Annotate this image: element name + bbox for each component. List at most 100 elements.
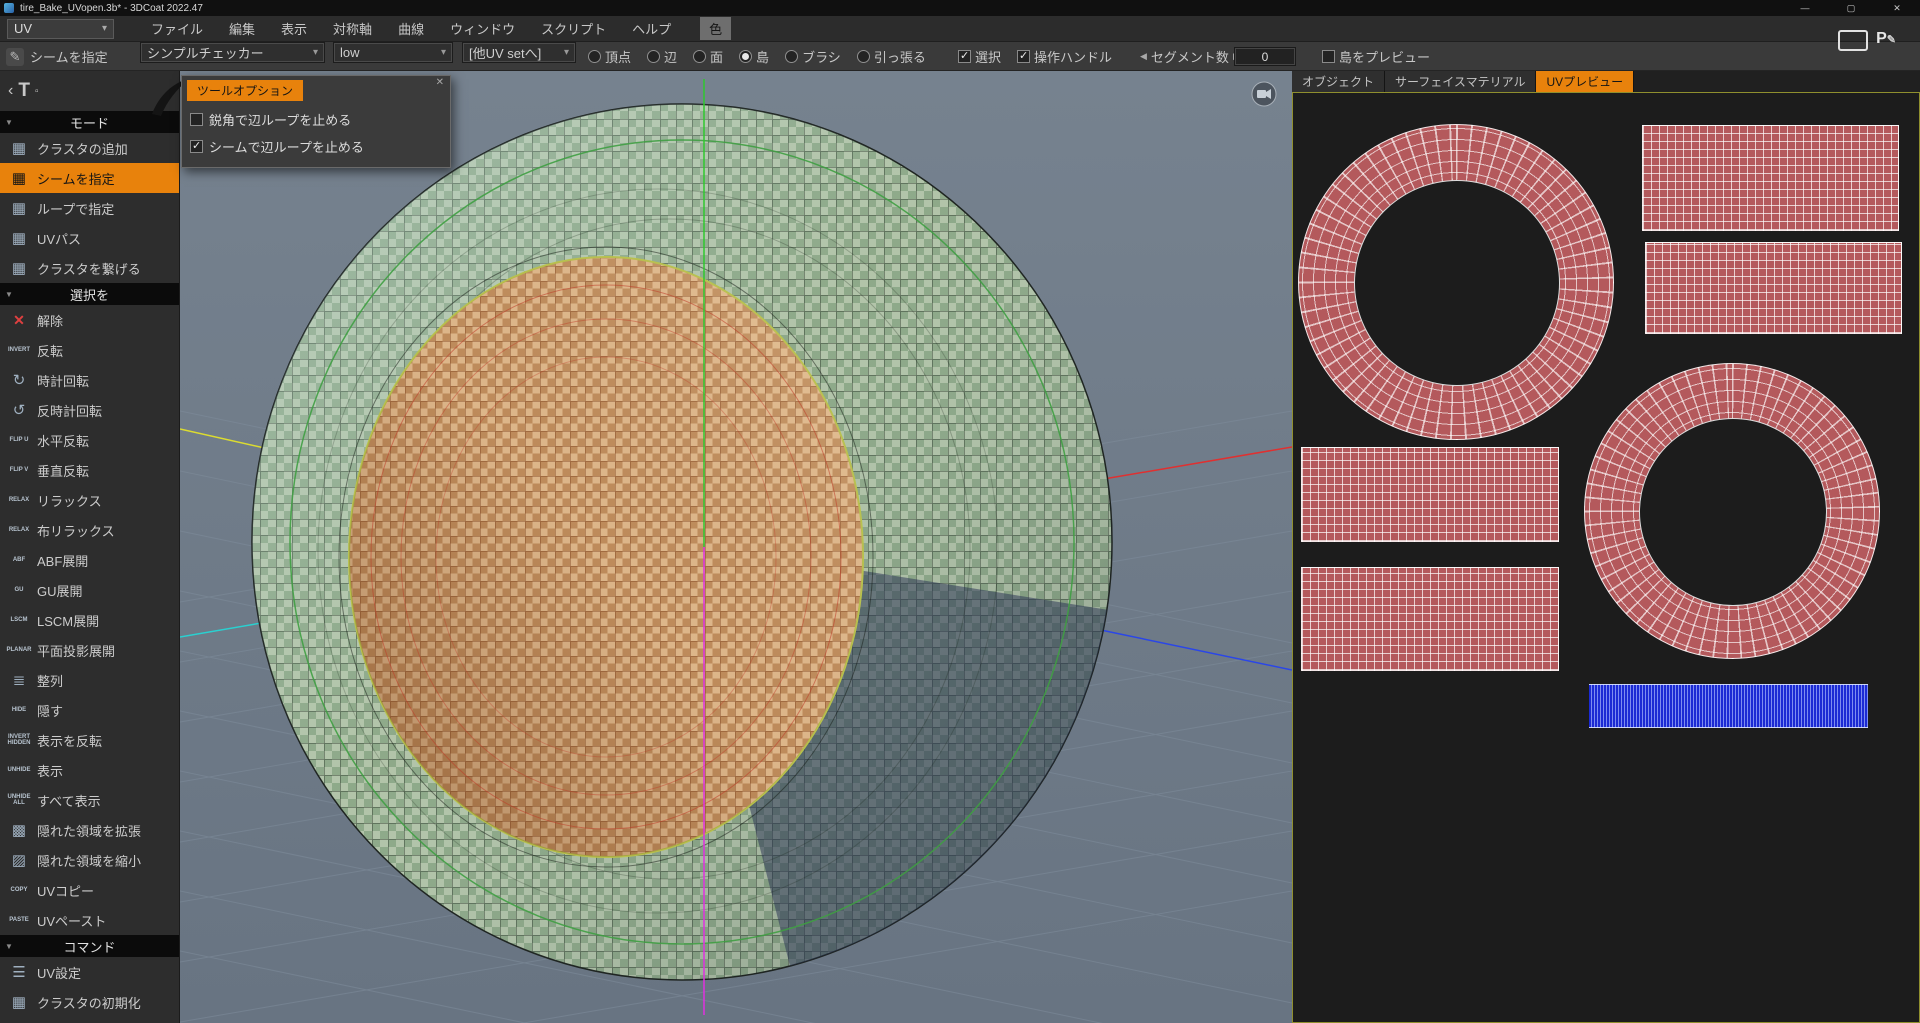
invert-icon: INVERT (7, 347, 30, 353)
menu-window[interactable]: ウィンドウ (437, 16, 528, 42)
uv-island-blue-strip[interactable] (1589, 684, 1868, 728)
radio-vertex[interactable]: 頂点 (588, 47, 631, 66)
radio-face[interactable]: 面 (693, 47, 723, 66)
sidebar-item-hide[interactable]: HIDE 隠す (0, 695, 179, 725)
right-panel-tabs: オブジェクト サーフェイスマテリアル UVプレビュー (1292, 71, 1920, 92)
menu-view[interactable]: 表示 (268, 16, 320, 42)
item-label: 水平反転 (37, 433, 90, 449)
uv-island-strip-3[interactable] (1301, 447, 1559, 542)
menu-edit[interactable]: 編集 (216, 16, 268, 42)
uv-island-ring-2[interactable] (1584, 363, 1880, 659)
sidebar-item-abf-unwrap[interactable]: ABF ABF展開 (0, 545, 179, 575)
grid-icon: ▦ (11, 140, 27, 157)
tab-surface-materials[interactable]: サーフェイスマテリアル (1385, 71, 1537, 92)
collapse-arrow-icon[interactable]: ‹ (8, 82, 13, 100)
segments-value-input[interactable]: 0 (1234, 47, 1296, 66)
radio-pull[interactable]: 引っ張る (856, 47, 926, 66)
planar-icon: PLANAR (6, 647, 32, 653)
expand-region-icon: ▩ (11, 822, 27, 839)
sidebar-item-flip-u[interactable]: FLIP U 水平反転 (0, 425, 179, 455)
menu-curves[interactable]: 曲線 (385, 16, 437, 42)
uv-island-strip-2[interactable] (1645, 242, 1902, 334)
tire-model[interactable] (251, 103, 1115, 981)
tab-uv-preview[interactable]: UVプレビュー (1536, 71, 1635, 92)
radio-dot (856, 50, 870, 63)
viewport-3d[interactable] (180, 71, 1292, 1023)
sidebar-item-uv-path[interactable]: ▦ UVパス (0, 223, 179, 253)
sidebar-item-reset-seams[interactable]: ▦ シームの初期化 (0, 1017, 179, 1023)
flip-v-icon: FLIP V (9, 467, 29, 473)
viewport-navigation-icon[interactable] (1251, 81, 1277, 107)
close-button[interactable]: ✕ (1874, 0, 1920, 16)
section-header-selection[interactable]: ▼ 選択を (0, 283, 179, 305)
sidebar-item-uv-paste[interactable]: PASTE UVペースト (0, 905, 179, 935)
sidebar-item-unhide-all[interactable]: UNHIDE ALL すべて表示 (0, 785, 179, 815)
sidebar-item-rotate-cw[interactable]: ↻ 時計回転 (0, 365, 179, 395)
minimize-button[interactable]: — (1782, 0, 1828, 16)
radio-island[interactable]: 島 (739, 47, 769, 66)
segments-decrement[interactable]: ◀ (1136, 51, 1151, 62)
sidebar-item-invert-selection[interactable]: INVERT 反転 (0, 335, 179, 365)
viewport-canvas (180, 71, 1292, 1023)
option-stop-loops-at-sharp-corners[interactable]: 鋭角で辺ループを止める (190, 110, 364, 129)
popup-close-icon[interactable]: ✕ (436, 77, 444, 88)
uvset-dropdown[interactable]: [他UV setへ] (462, 42, 576, 63)
sidebar-item-planar-unwrap[interactable]: PLANAR 平面投影展開 (0, 635, 179, 665)
sidebar-item-align[interactable]: ≣ 整列 (0, 665, 179, 695)
clear-selection-icon: ✕ (13, 311, 25, 328)
resolution-dropdown[interactable]: low (333, 42, 453, 63)
radio-edge[interactable]: 辺 (647, 47, 677, 66)
uv-island-strip-1[interactable] (1642, 125, 1899, 231)
sidebar-item-shrink-hidden-region[interactable]: ▨ 隠れた領域を縮小 (0, 845, 179, 875)
radio-dot (693, 50, 707, 63)
text-tool-icon[interactable]: T (18, 80, 30, 102)
section-header-commands[interactable]: ▼ コマンド (0, 935, 179, 957)
uv-preview-pane[interactable] (1292, 92, 1920, 1023)
sidebar-item-cloth-relax[interactable]: RELAX 布リラックス (0, 515, 179, 545)
item-label: ループで指定 (37, 201, 115, 217)
sidebar-item-deselect[interactable]: ✕ 解除 (0, 305, 179, 335)
pen-pressure-icon[interactable]: P✎ (1876, 30, 1896, 48)
sidebar-item-uv-copy[interactable]: COPY UVコピー (0, 875, 179, 905)
sidebar-item-select-by-loop[interactable]: ▦ ループで指定 (0, 193, 179, 223)
sidebar-item-gu-unwrap[interactable]: GU GU展開 (0, 575, 179, 605)
grid-icon: ▦ (11, 994, 27, 1011)
checkbox-select[interactable]: 選択 (958, 47, 1001, 66)
sidebar-item-invert-hidden[interactable]: INVERT HIDDEN 表示を反転 (0, 725, 179, 755)
radio-label: 島 (756, 50, 770, 65)
checker-dropdown[interactable]: シンプルチェッカー (140, 42, 325, 63)
menu-symmetry[interactable]: 対称軸 (320, 16, 385, 42)
menu-script[interactable]: スクリプト (528, 16, 619, 42)
uv-menu-dropdown[interactable]: UV (7, 18, 114, 39)
maximize-button[interactable]: ▢ (1828, 0, 1874, 16)
radio-brush[interactable]: ブラシ (785, 47, 841, 66)
tab-objects[interactable]: オブジェクト (1292, 71, 1386, 92)
right-panel: オブジェクト サーフェイスマテリアル UVプレビュー (1292, 71, 1920, 1023)
panel-layout-icon[interactable] (1838, 30, 1869, 51)
uv-island-ring-1[interactable] (1298, 124, 1614, 440)
option-stop-loops-at-seams[interactable]: シームで辺ループを止める (190, 137, 364, 156)
sidebar-item-expand-hidden-region[interactable]: ▩ 隠れた領域を拡張 (0, 815, 179, 845)
sidebar-item-lscm-unwrap[interactable]: LSCM LSCM展開 (0, 605, 179, 635)
checkbox-manipulator[interactable]: 操作ハンドル (1017, 47, 1112, 66)
menu-help[interactable]: ヘルプ (619, 16, 684, 42)
sidebar-item-add-cluster[interactable]: ▦ クラスタの追加 (0, 133, 179, 163)
checkbox-box (958, 49, 971, 63)
tool-options-popup[interactable]: ツールオプション ✕ 鋭角で辺ループを止める シームで辺ループを止める (181, 75, 451, 168)
tool-sidebar: ‹ T ▫ ▼ モード ▦ クラスタの追加 ▦ シームを指定 ▦ ループで指定 … (0, 71, 180, 1023)
sidebar-item-reset-clusters[interactable]: ▦ クラスタの初期化 (0, 987, 179, 1017)
item-label: UV設定 (37, 965, 82, 981)
sidebar-item-unhide[interactable]: UNHIDE 表示 (0, 755, 179, 785)
sidebar-item-mark-seams[interactable]: ▦ シームを指定 (0, 163, 179, 193)
sidebar-item-connect-clusters[interactable]: ▦ クラスタを繋げる (0, 253, 179, 283)
segments-stepper: ◀ セグメント数 ▶ (1136, 42, 1244, 71)
sidebar-item-relax[interactable]: RELAX リラックス (0, 485, 179, 515)
sidebar-item-rotate-ccw[interactable]: ↺ 反時計回転 (0, 395, 179, 425)
sidebar-item-flip-v[interactable]: FLIP V 垂直反転 (0, 455, 179, 485)
sidebar-item-uv-settings[interactable]: ☰ UV設定 (0, 957, 179, 987)
item-label: シームを指定 (37, 171, 115, 187)
uv-island-strip-4[interactable] (1301, 567, 1559, 671)
menu-file[interactable]: ファイル (138, 16, 216, 42)
checkbox-island-preview[interactable]: 島をプレビュー (1322, 47, 1430, 66)
menu-color[interactable]: 色 (700, 17, 732, 40)
